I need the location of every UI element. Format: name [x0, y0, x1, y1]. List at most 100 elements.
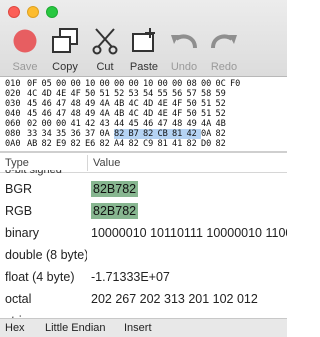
hex-byte[interactable]: 48	[71, 109, 86, 119]
hex-byte[interactable]: 4F	[172, 99, 187, 109]
hex-byte[interactable]: 4B	[216, 119, 231, 129]
table-row[interactable]: float (4 byte) -1.71333E+07	[0, 266, 287, 288]
hex-byte[interactable]: CB	[157, 129, 172, 139]
hex-byte[interactable]: F0	[230, 79, 245, 89]
hex-row[interactable]: 010 0F 05 00 00 10 00 00 00 10 00 00 08 00 0C F0	[5, 79, 245, 89]
hex-byte[interactable]: 4A	[100, 99, 115, 109]
hex-byte[interactable]: 56	[172, 89, 187, 99]
hex-byte[interactable]: 58	[201, 89, 216, 99]
hex-byte[interactable]: 4F	[172, 109, 187, 119]
hex-byte[interactable]: 50	[85, 89, 100, 99]
hex-byte[interactable]: 4F	[71, 89, 86, 99]
hex-byte[interactable]: 0C	[216, 79, 231, 89]
table-row[interactable]: binary 10000010 10110111 10000010 1100	[0, 222, 287, 244]
hex-byte[interactable]: D0	[201, 139, 216, 149]
hex-byte[interactable]: 82	[42, 139, 57, 149]
table-row[interactable]: double (8 byte)	[0, 244, 287, 266]
hex-byte[interactable]: 00	[71, 79, 86, 89]
hex-byte[interactable]: 82	[114, 129, 129, 139]
hex-byte[interactable]: 46	[42, 109, 57, 119]
hex-byte[interactable]: 53	[129, 89, 144, 99]
hex-byte[interactable]: 0A	[201, 129, 216, 139]
hex-byte[interactable]: 49	[85, 99, 100, 109]
hex-byte[interactable]: 46	[42, 99, 57, 109]
table-row[interactable]: RGB 82B782	[0, 200, 287, 222]
hex-view[interactable]: 010 0F 05 00 00 10 00 00 00 10 00 00 08 00 0C F0 020 4C 4D…	[0, 78, 287, 151]
hex-byte[interactable]: 82	[143, 129, 158, 139]
status-endian[interactable]: Little Endian	[45, 322, 106, 334]
hex-byte[interactable]: 05	[42, 79, 57, 89]
hex-byte[interactable]: E6	[85, 139, 100, 149]
hex-byte[interactable]: 55	[158, 89, 173, 99]
minimize-window-button[interactable]	[27, 6, 39, 18]
hex-row[interactable]: 060 02 00 00 41 42 43 44 45 46 47 48 49 4A 4B	[5, 119, 230, 129]
hex-byte[interactable]: 46	[143, 119, 158, 129]
hex-byte[interactable]: 51	[201, 109, 216, 119]
hex-byte[interactable]: 4C	[129, 109, 144, 119]
hex-byte[interactable]: 50	[187, 109, 202, 119]
status-mode[interactable]: Hex	[5, 322, 25, 334]
column-header-type[interactable]: Type	[5, 157, 29, 169]
hex-byte[interactable]: 00	[56, 79, 71, 89]
hex-byte[interactable]: 82	[71, 139, 86, 149]
hex-byte[interactable]: 57	[187, 89, 202, 99]
hex-byte[interactable]: 42	[85, 119, 100, 129]
hex-byte[interactable]: 4B	[114, 109, 129, 119]
hex-byte[interactable]: 49	[187, 119, 202, 129]
hex-byte[interactable]: 81	[172, 129, 187, 139]
hex-byte[interactable]: 4E	[56, 89, 71, 99]
hex-byte[interactable]: 51	[201, 99, 216, 109]
hex-byte[interactable]: 41	[172, 139, 187, 149]
hex-byte[interactable]: 45	[27, 99, 42, 109]
hex-byte[interactable]: 00	[42, 119, 57, 129]
hex-byte[interactable]: 44	[114, 119, 129, 129]
hex-byte[interactable]: 52	[216, 99, 231, 109]
hex-byte[interactable]: 4D	[42, 89, 57, 99]
hex-byte[interactable]: 47	[158, 119, 173, 129]
hex-byte[interactable]: 4D	[143, 99, 158, 109]
hex-row[interactable]: 020 4C 4D 4E 4F 50 51 52 53 54 55 56 57 58 59	[5, 89, 230, 99]
hex-byte[interactable]: C9	[143, 139, 158, 149]
hex-byte[interactable]: 4C	[129, 99, 144, 109]
column-header-value[interactable]: Value	[93, 157, 120, 169]
hex-byte[interactable]: 47	[56, 99, 71, 109]
hex-byte[interactable]: 51	[100, 89, 115, 99]
hex-byte[interactable]: 82	[187, 139, 202, 149]
hex-byte[interactable]: 45	[129, 119, 144, 129]
hex-byte[interactable]: 37	[85, 129, 100, 139]
hex-byte[interactable]: 00	[201, 79, 216, 89]
hex-byte[interactable]: 52	[216, 109, 231, 119]
hex-byte[interactable]: 4E	[158, 109, 173, 119]
hex-row[interactable]: 080 33 34 35 36 37 0A 82 B7 82 CB 81 42 0A 82	[5, 129, 230, 139]
hex-byte[interactable]: 00	[129, 79, 144, 89]
hex-byte[interactable]: 48	[71, 99, 86, 109]
hex-byte[interactable]: 59	[216, 89, 231, 99]
zoom-window-button[interactable]	[46, 6, 58, 18]
hex-byte[interactable]: 42	[186, 129, 201, 139]
hex-byte[interactable]: 0F	[27, 79, 42, 89]
hex-row[interactable]: 030 45 46 47 48 49 4A 4B 4C 4D 4E 4F 50 51 52	[5, 99, 230, 109]
close-window-button[interactable]	[8, 6, 20, 18]
hex-byte[interactable]: 00	[114, 79, 129, 89]
hex-byte[interactable]: 36	[71, 129, 86, 139]
hex-byte[interactable]: 81	[158, 139, 173, 149]
hex-byte[interactable]: 4D	[143, 109, 158, 119]
redo-button[interactable]: Redo	[204, 26, 244, 74]
hex-byte[interactable]: 00	[56, 119, 71, 129]
hex-byte[interactable]: A4	[114, 139, 129, 149]
hex-byte[interactable]: 45	[27, 109, 42, 119]
hex-byte[interactable]: 50	[187, 99, 202, 109]
hex-byte[interactable]: 02	[27, 119, 42, 129]
hex-byte[interactable]: AB	[27, 139, 42, 149]
table-row[interactable]: stringすね。	[0, 310, 287, 318]
hex-byte[interactable]: 41	[71, 119, 86, 129]
hex-byte[interactable]: 82	[100, 139, 115, 149]
hex-byte[interactable]: 00	[100, 79, 115, 89]
hex-byte[interactable]: 0A	[100, 129, 115, 139]
hex-byte[interactable]: 82	[216, 139, 231, 149]
hex-byte[interactable]: 48	[172, 119, 187, 129]
hex-byte[interactable]: 49	[85, 109, 100, 119]
hex-byte[interactable]: 47	[56, 109, 71, 119]
hex-byte[interactable]: 4B	[114, 99, 129, 109]
hex-byte[interactable]: 4A	[201, 119, 216, 129]
